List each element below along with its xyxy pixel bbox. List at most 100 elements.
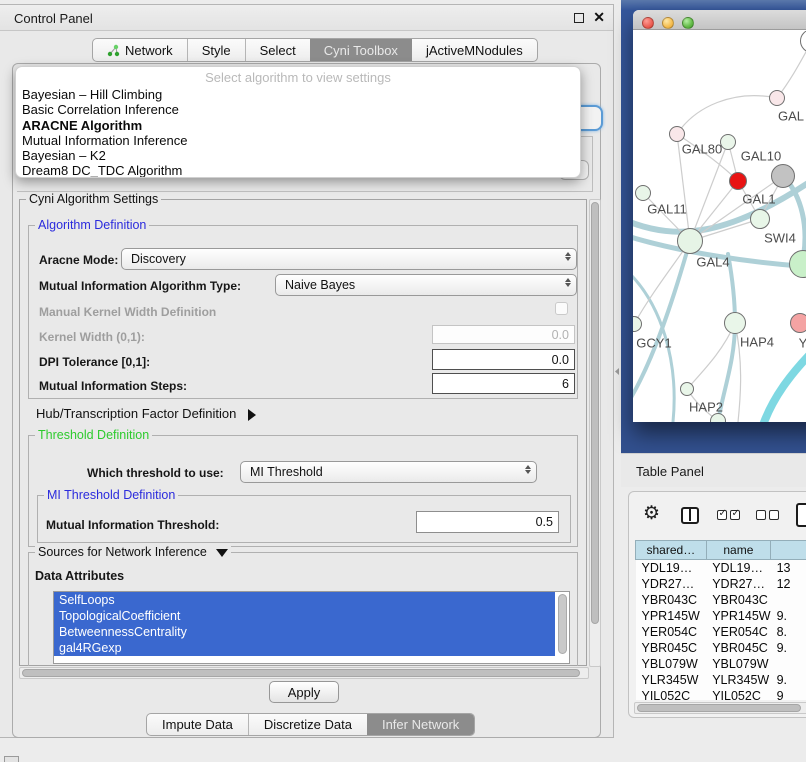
- close-traffic-light-icon[interactable]: [642, 17, 654, 29]
- column-header-name[interactable]: name: [706, 541, 770, 560]
- apply-button[interactable]: Apply: [269, 681, 339, 703]
- kernel-width-field: 0.0: [432, 325, 575, 344]
- tab-select[interactable]: Select: [245, 39, 310, 61]
- mi-steps-label: Mutual Information Steps:: [39, 379, 187, 393]
- node-label: SWI4: [764, 231, 796, 246]
- algorithm-option[interactable]: Mutual Information Inference: [16, 133, 580, 148]
- table-row[interactable]: YDL19…YDL19…13: [636, 560, 806, 576]
- algorithm-option[interactable]: Bayesian – Hill Climbing: [16, 87, 580, 102]
- network-node[interactable]: [790, 313, 806, 333]
- network-node[interactable]: [729, 172, 747, 190]
- algorithm-dropdown-popup: Select algorithm to view settings Bayesi…: [15, 66, 581, 178]
- tab-jactivemnodules[interactable]: jActiveMNodules: [412, 39, 537, 61]
- table-toolbar: ⚙: [629, 492, 806, 538]
- algorithm-option[interactable]: Bayesian – K2: [16, 148, 580, 163]
- sources-title[interactable]: Sources for Network Inference: [35, 545, 231, 559]
- table-horizontal-scrollbar[interactable]: [634, 702, 806, 714]
- network-node[interactable]: [680, 382, 694, 396]
- columns-icon[interactable]: [681, 507, 699, 524]
- manual-kernel-width-label: Manual Kernel Width Definition: [39, 305, 216, 319]
- minimized-panel-icon[interactable]: [4, 756, 19, 762]
- manual-kernel-width-checkbox[interactable]: [555, 302, 568, 315]
- data-attributes-list[interactable]: SelfLoopsTopologicalCoefficientBetweenne…: [53, 591, 570, 664]
- mi-algorithm-type-combobox[interactable]: Naive Bayes: [275, 274, 577, 296]
- float-window-icon[interactable]: [574, 13, 584, 23]
- column-header-clipped[interactable]: [771, 541, 806, 560]
- network-canvas[interactable]: GALGAL80GAL10GAL11GAL1SWI4GAL4GCY1HAP4YH…: [633, 31, 806, 422]
- table-panel-titlebar[interactable]: Table Panel: [621, 453, 806, 487]
- scrollbar-thumb[interactable]: [637, 704, 801, 712]
- minimize-traffic-light-icon[interactable]: [662, 17, 674, 29]
- settings-horizontal-scrollbar[interactable]: [19, 667, 589, 679]
- mi-threshold-label: Mutual Information Threshold:: [46, 518, 219, 532]
- scrollbar-thumb[interactable]: [591, 202, 599, 624]
- algorithm-option[interactable]: Dream8 DC_TDC Algorithm: [16, 163, 580, 178]
- unchecked-checkboxes-icon[interactable]: [756, 510, 779, 520]
- node-label: GAL10: [741, 149, 781, 164]
- node-label: GAL: [778, 109, 804, 124]
- tab-style[interactable]: Style: [187, 39, 245, 61]
- network-node[interactable]: [769, 90, 785, 106]
- screen: Control Panel ✕ Network Style Select Cyn…: [0, 0, 806, 762]
- network-window-titlebar[interactable]: [633, 10, 806, 30]
- table-row[interactable]: YER054CYER054C8.: [636, 624, 806, 640]
- mi-threshold-field[interactable]: 0.5: [416, 511, 559, 533]
- expand-right-icon: [248, 409, 256, 421]
- table-row[interactable]: YBR045CYBR045C9.: [636, 640, 806, 656]
- hub-tf-definition-toggle[interactable]: Hub/Transcription Factor Definition: [36, 406, 256, 421]
- close-icon[interactable]: ✕: [593, 9, 605, 26]
- tab-discretize-data[interactable]: Discretize Data: [248, 714, 367, 735]
- dpi-tolerance-field[interactable]: 0.0: [432, 349, 575, 370]
- table-row[interactable]: YIL052CYIL052C9: [636, 688, 806, 701]
- threshold-definition-group: Threshold Definition Which threshold to …: [28, 435, 578, 547]
- control-panel-titlebar[interactable]: Control Panel ✕: [0, 5, 613, 31]
- sources-group: Sources for Network Inference Data Attri…: [28, 552, 578, 666]
- scrollbar-thumb[interactable]: [22, 669, 580, 677]
- cyni-algorithm-settings-title: Cyni Algorithm Settings: [26, 192, 161, 206]
- tab-impute-data[interactable]: Impute Data: [147, 714, 248, 735]
- aracne-mode-combobox[interactable]: Discovery: [121, 248, 577, 270]
- function-builder-icon[interactable]: [796, 503, 806, 527]
- tab-infer-network[interactable]: Infer Network: [367, 714, 474, 735]
- checked-checkboxes-icon[interactable]: [717, 510, 740, 520]
- settings-vertical-scrollbar[interactable]: [589, 199, 601, 667]
- table-row[interactable]: YBR043CYBR043C: [636, 592, 806, 608]
- which-threshold-combobox[interactable]: MI Threshold: [240, 461, 537, 483]
- tab-cyni-toolbox[interactable]: Cyni Toolbox: [310, 39, 412, 61]
- network-node[interactable]: [750, 209, 770, 229]
- mi-algorithm-type-label: Mutual Information Algorithm Type:: [39, 279, 241, 293]
- algorithm-definition-title: Algorithm Definition: [35, 218, 149, 232]
- node-table: shared… name YDL19…YDL19…13YDR27…YDR27…1…: [635, 540, 806, 700]
- collapse-down-icon: [216, 549, 228, 557]
- algorithm-option[interactable]: ARACNE Algorithm: [16, 118, 580, 133]
- network-node[interactable]: [771, 164, 795, 188]
- stepper-arrows-icon: [565, 252, 571, 261]
- attribute-item[interactable]: BetweennessCentrality: [54, 624, 555, 640]
- algorithm-definition-group: Algorithm Definition Aracne Mode: Discov…: [28, 225, 578, 399]
- table-row[interactable]: YDR27…YDR27…12: [636, 576, 806, 592]
- table-row[interactable]: YBL079WYBL079W: [636, 656, 806, 672]
- network-node[interactable]: [720, 134, 736, 150]
- network-node[interactable]: [724, 312, 746, 334]
- node-label: GAL80: [682, 142, 722, 157]
- tab-network[interactable]: Network: [93, 39, 187, 61]
- table-row[interactable]: YPR145WYPR145W9.: [636, 608, 806, 624]
- gear-icon[interactable]: ⚙: [643, 504, 660, 523]
- table-row[interactable]: YLR345WYLR345W9.: [636, 672, 806, 688]
- algorithm-option[interactable]: Basic Correlation Inference: [16, 102, 580, 117]
- mi-steps-field[interactable]: 6: [432, 373, 575, 394]
- aracne-mode-label: Aracne Mode:: [39, 253, 118, 267]
- zoom-traffic-light-icon[interactable]: [682, 17, 694, 29]
- bottom-tabstrip: Impute Data Discretize Data Infer Networ…: [146, 713, 475, 736]
- node-label: GAL1: [742, 192, 775, 207]
- table-scroll-area[interactable]: shared… name YDL19…YDL19…13YDR27…YDR27…1…: [629, 540, 806, 700]
- network-node[interactable]: [635, 185, 651, 201]
- list-scrollbar-thumb[interactable]: [558, 594, 567, 654]
- network-node[interactable]: [677, 228, 703, 254]
- column-header-shared-name[interactable]: shared…: [636, 541, 707, 560]
- network-node[interactable]: [669, 126, 685, 142]
- attribute-item[interactable]: gal4RGexp: [54, 640, 555, 656]
- control-panel-window: Control Panel ✕ Network Style Select Cyn…: [0, 4, 614, 738]
- attribute-item[interactable]: TopologicalCoefficient: [54, 608, 555, 624]
- attribute-item[interactable]: SelfLoops: [54, 592, 555, 608]
